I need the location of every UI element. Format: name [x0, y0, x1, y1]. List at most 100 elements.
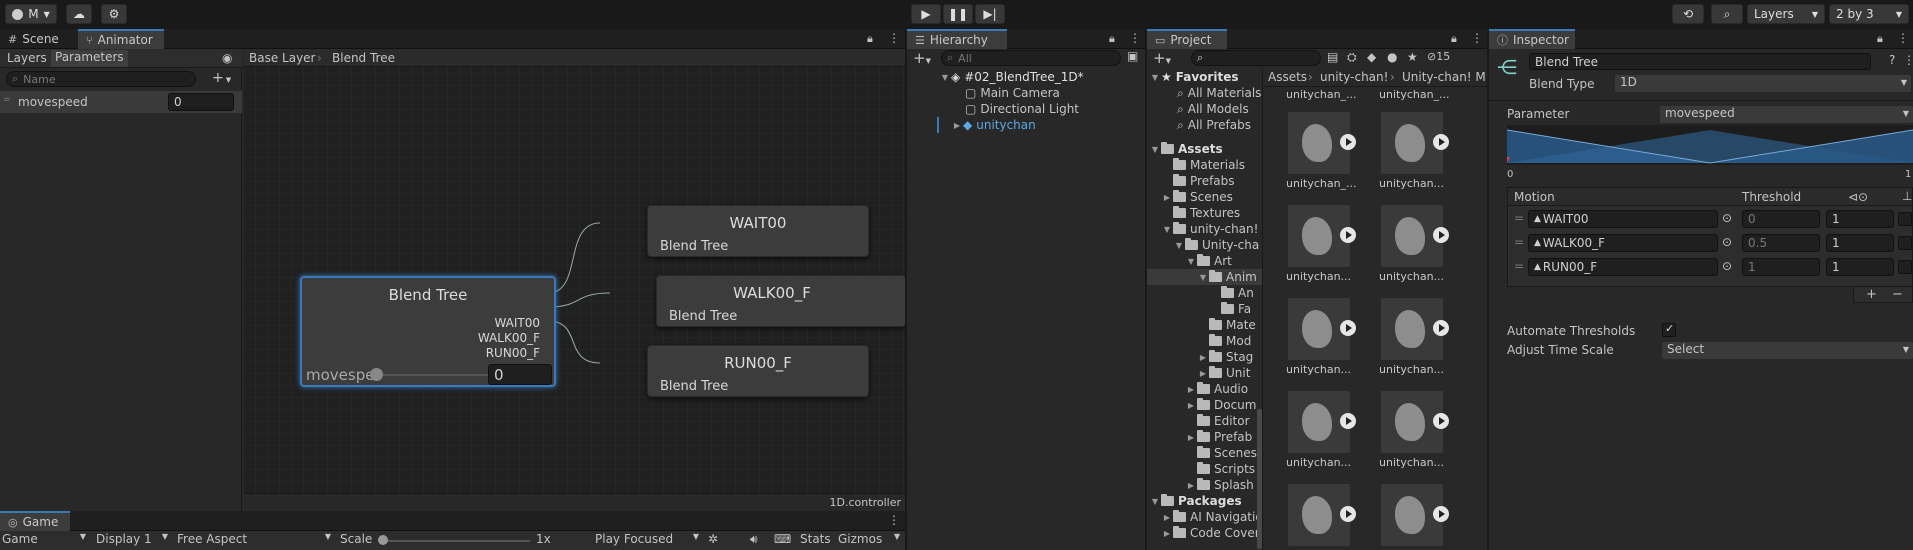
- object-name-input[interactable]: Blend Tree: [1529, 53, 1871, 70]
- tree-folder[interactable]: Scenes: [1197, 445, 1257, 461]
- cloud-button[interactable]: ☁: [66, 4, 92, 24]
- play-icon[interactable]: [1340, 134, 1356, 150]
- play-icon[interactable]: [1433, 506, 1449, 522]
- help-icon[interactable]: ?: [1889, 53, 1895, 67]
- play-mode-dropdown[interactable]: Play Focused ▼: [595, 532, 699, 546]
- object-picker-icon[interactable]: ⊙: [1722, 211, 1732, 225]
- lock-icon[interactable]: 🔒︎: [1877, 32, 1883, 46]
- blend-slider-track[interactable]: [372, 374, 490, 376]
- play-icon[interactable]: [1433, 413, 1449, 429]
- animation-asset[interactable]: [1288, 484, 1356, 546]
- label-icon[interactable]: ◆: [1367, 50, 1376, 64]
- history-button[interactable]: ⟲: [1672, 4, 1704, 24]
- project-search-input[interactable]: ⌕: [1191, 50, 1321, 66]
- warning-icon[interactable]: ●: [1387, 50, 1397, 64]
- tree-scrollbar[interactable]: [1257, 409, 1262, 549]
- create-asset-button[interactable]: +▼: [1153, 49, 1171, 67]
- filter-icon[interactable]: ▣: [1127, 49, 1138, 63]
- tree-folder[interactable]: Editor: [1197, 413, 1250, 429]
- speed-input[interactable]: 1: [1826, 258, 1894, 276]
- tree-folder[interactable]: ▼ unity-chan!: [1161, 221, 1258, 237]
- display-dropdown[interactable]: Display 1 ▼: [96, 532, 168, 546]
- expand-arrow-icon[interactable]: ▼: [1197, 273, 1209, 282]
- motion-field[interactable]: ▲ RUN00_F: [1528, 258, 1718, 276]
- tree-folder[interactable]: Scripts: [1197, 461, 1255, 477]
- expand-arrow-icon[interactable]: ▶: [1161, 193, 1173, 202]
- tree-folder[interactable]: ▶ Audio: [1185, 381, 1248, 397]
- layers-dropdown[interactable]: Layers ▼: [1747, 4, 1825, 24]
- motion-node-run[interactable]: RUN00_F Blend Tree: [647, 345, 869, 397]
- tree-folder[interactable]: ▶ Splash: [1185, 477, 1254, 493]
- adjust-time-scale-dropdown[interactable]: Select ▼: [1662, 342, 1913, 359]
- parameter-row[interactable]: = movespeed 0: [0, 91, 242, 113]
- animation-asset[interactable]: [1381, 391, 1449, 453]
- tree-folder[interactable]: ▶ Scenes: [1161, 189, 1233, 205]
- add-parameter-button[interactable]: + ▼: [212, 70, 231, 86]
- tree-folder[interactable]: ▶ Code Cover: [1161, 525, 1260, 541]
- tree-folder[interactable]: Textures: [1173, 205, 1240, 221]
- gizmos-dropdown[interactable]: Gizmos ▼: [838, 532, 900, 546]
- expand-arrow-icon[interactable]: ▼: [939, 73, 951, 82]
- tab-project[interactable]: ▭ Project: [1147, 29, 1227, 49]
- motion-row[interactable]: = ▲ RUN00_F ⊙ 1 1: [1508, 256, 1912, 278]
- keyboard-icon[interactable]: ⌨: [774, 532, 791, 546]
- blend-graph[interactable]: [1507, 125, 1913, 165]
- expand-arrow-icon[interactable]: ▶: [1185, 385, 1197, 394]
- tab-hierarchy[interactable]: ☰ Hierarchy: [907, 29, 1007, 49]
- lock-icon[interactable]: 🔒︎: [1109, 32, 1115, 46]
- tree-folder-packages[interactable]: ▼ Packages: [1149, 493, 1242, 509]
- search-button[interactable]: ⌕: [1711, 4, 1743, 24]
- threshold-input[interactable]: 0.5: [1742, 234, 1820, 252]
- drag-handle-icon[interactable]: =: [1514, 235, 1524, 249]
- tab-scene[interactable]: # Scene: [0, 29, 78, 49]
- tree-folder[interactable]: Mod: [1209, 333, 1251, 349]
- favorite-item[interactable]: ⌕ All Prefabs: [1177, 117, 1251, 133]
- parameter-search-input[interactable]: ⌕ Name: [6, 71, 196, 87]
- more-menu-icon[interactable]: ⋮: [1129, 31, 1141, 45]
- mirror-checkbox[interactable]: [1898, 212, 1912, 226]
- motion-node-walk[interactable]: WALK00_F Blend Tree: [656, 275, 905, 327]
- tree-folder-assets[interactable]: ▼ Assets: [1149, 141, 1223, 157]
- breadcrumb-item[interactable]: unity-chan!: [1320, 70, 1388, 84]
- settings-menu-icon[interactable]: ⋮: [1903, 53, 1913, 67]
- pause-button[interactable]: ❚❚: [943, 4, 973, 24]
- tree-folder[interactable]: ▶ AI Navigatio: [1161, 509, 1262, 525]
- aspect-dropdown[interactable]: Free Aspect ▼: [177, 532, 331, 546]
- favorite-item[interactable]: ⌕ All Materials: [1177, 85, 1261, 101]
- star-icon[interactable]: ★: [1407, 50, 1418, 64]
- animation-asset[interactable]: [1381, 298, 1449, 360]
- animation-asset[interactable]: [1288, 112, 1356, 174]
- object-picker-icon[interactable]: ⊙: [1722, 235, 1732, 249]
- audio-icon[interactable]: 🔊︎: [750, 532, 758, 547]
- expand-arrow-icon[interactable]: ▼: [1149, 73, 1161, 82]
- threshold-input[interactable]: 1: [1742, 258, 1820, 276]
- tree-folder[interactable]: ▶ Docum: [1185, 397, 1256, 413]
- expand-arrow-icon[interactable]: ▶: [1197, 369, 1209, 378]
- animation-asset[interactable]: [1381, 484, 1449, 546]
- parameter-dropdown[interactable]: movespeed ▼: [1660, 106, 1913, 123]
- play-icon[interactable]: [1340, 413, 1356, 429]
- object-picker-icon[interactable]: ⊙: [1722, 259, 1732, 273]
- play-icon[interactable]: [1340, 227, 1356, 243]
- drag-handle-icon[interactable]: =: [1514, 211, 1524, 225]
- expand-arrow-icon[interactable]: ▶: [1185, 401, 1197, 410]
- motion-field[interactable]: ▲ WAIT00: [1528, 210, 1718, 228]
- animation-asset[interactable]: [1381, 205, 1449, 267]
- motion-node-wait[interactable]: WAIT00 Blend Tree: [647, 205, 869, 257]
- motion-row[interactable]: = ▲ WALK00_F ⊙ 0.5 1: [1508, 232, 1912, 254]
- mirror-checkbox[interactable]: [1898, 260, 1912, 274]
- game-mode-dropdown[interactable]: Game ▼: [2, 532, 86, 546]
- tab-animator[interactable]: ⑂ Animator: [78, 29, 164, 49]
- tab-game[interactable]: ◎ Game: [0, 511, 70, 531]
- expand-arrow-icon[interactable]: ▶: [1161, 529, 1173, 538]
- speed-input[interactable]: 1: [1826, 210, 1894, 228]
- scene-root[interactable]: ▼ ◈ #02_BlendTree_1D*: [939, 69, 1139, 85]
- tree-folder[interactable]: ▼ Unity-cha: [1173, 237, 1259, 253]
- play-button[interactable]: ▶: [911, 4, 941, 24]
- expand-arrow-icon[interactable]: ▶: [1197, 353, 1209, 362]
- collab-button[interactable]: ⚙: [101, 4, 127, 24]
- motion-field[interactable]: ▲ WALK00_F: [1528, 234, 1718, 252]
- tree-folder-selected[interactable]: ▼ Anim: [1147, 269, 1262, 285]
- tree-folder[interactable]: Fa: [1221, 301, 1251, 317]
- hierarchy-item-camera[interactable]: ▢ Main Camera: [965, 85, 1060, 101]
